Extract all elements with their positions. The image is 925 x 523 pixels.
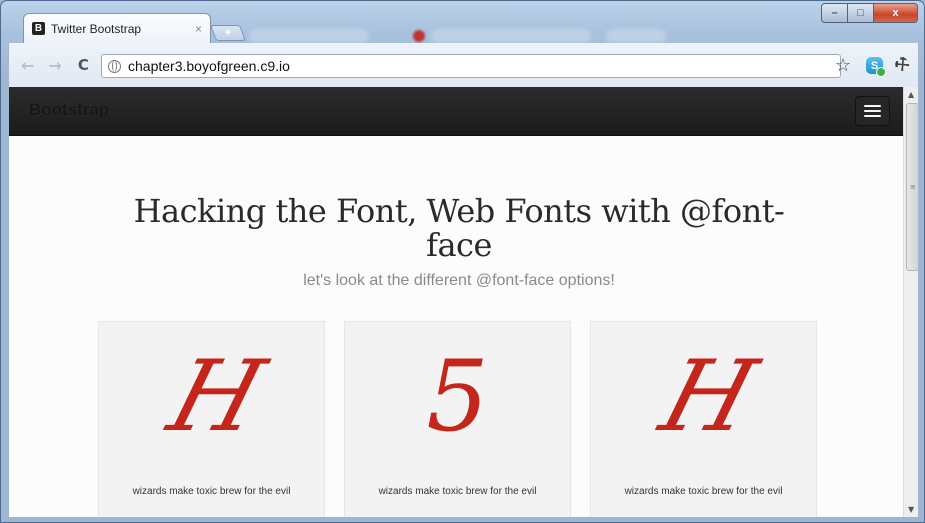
background-tab[interactable] [606, 29, 666, 43]
background-tab-favicon-icon [413, 30, 425, 42]
window-controls: – □ x [821, 3, 918, 23]
page-title: Hacking the Font, Web Fonts with @font-f… [133, 192, 785, 264]
page-subtitle: let's look at the different @font-face o… [303, 272, 615, 289]
tab-close-icon[interactable]: × [195, 22, 202, 36]
menu-toggle-button[interactable] [855, 96, 890, 126]
browser-tab[interactable]: B Twitter Bootstrap × [23, 13, 211, 43]
tab-title: Twitter Bootstrap [51, 21, 142, 36]
new-tab-button[interactable]: + [210, 25, 246, 41]
scroll-grip-icon: ≡ [910, 183, 916, 191]
url-text: chapter3.boyofgreen.c9.io [128, 58, 290, 74]
scrollbar-thumb[interactable]: ≡ [906, 103, 918, 271]
scroll-up-arrow-icon[interactable]: ▲ [908, 90, 914, 99]
bookmark-star-icon[interactable]: ☆ [835, 55, 851, 76]
minimize-button[interactable]: – [821, 3, 848, 23]
maximize-button[interactable]: □ [848, 3, 874, 23]
tab-strip: B Twitter Bootstrap × + – □ x [1, 1, 924, 43]
reload-icon[interactable]: C [78, 56, 89, 74]
page-content: Hacking the Font, Web Fonts with @font-f… [9, 136, 903, 517]
font-sample-card: H wizards make toxic brew for the evil [98, 321, 325, 517]
address-bar[interactable]: chapter3.boyofgreen.c9.io [101, 54, 841, 78]
back-icon[interactable]: ← [21, 56, 34, 75]
font-sample-caption: wizards make toxic brew for the evil [378, 486, 537, 497]
font-sample-glyph: H [649, 340, 758, 454]
font-sample-glyph: 5 [426, 340, 489, 454]
font-sample-glyph: H [157, 340, 266, 454]
page-viewport: Bootstrap Hacking the Font, Web Fonts wi… [8, 87, 919, 517]
bootstrap-favicon-icon: B [32, 22, 45, 35]
plus-icon: + [224, 27, 232, 39]
globe-icon [108, 59, 121, 73]
menu-icon-bar [864, 115, 881, 117]
navbar-brand[interactable]: Bootstrap [29, 100, 109, 120]
site-navbar: Bootstrap [9, 87, 903, 136]
close-window-button[interactable]: x [874, 3, 918, 23]
vertical-scrollbar[interactable]: ▲ ≡ ▼ [903, 87, 918, 517]
menu-icon-bar [864, 105, 881, 107]
wrench-icon[interactable]: ⚒ [890, 52, 915, 77]
font-sample-caption: wizards make toxic brew for the evil [624, 486, 783, 497]
forward-icon[interactable]: → [48, 56, 61, 75]
font-sample-card: 5 wizards make toxic brew for the evil [344, 321, 571, 517]
font-sample-caption: wizards make toxic brew for the evil [132, 486, 291, 497]
background-tab[interactable] [431, 29, 591, 43]
background-tab[interactable] [249, 29, 369, 43]
font-sample-card: H wizards make toxic brew for the evil [590, 321, 817, 517]
menu-icon-bar [864, 110, 881, 112]
browser-window: B Twitter Bootstrap × + – □ x ← → C chap… [0, 0, 925, 523]
browser-toolbar: ← → C chapter3.boyofgreen.c9.io ☆ S ⚒ [8, 43, 919, 87]
scroll-down-arrow-icon[interactable]: ▼ [908, 505, 914, 514]
skype-icon[interactable]: S [866, 57, 886, 77]
